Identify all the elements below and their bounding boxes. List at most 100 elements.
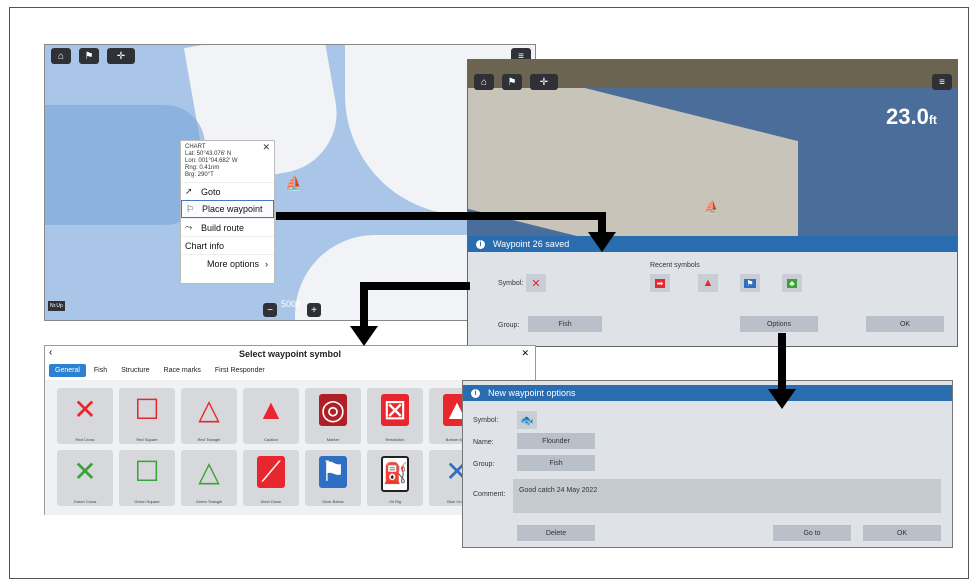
name-field[interactable]: Flounder [517,433,595,449]
crosshair-button[interactable]: ✛ [107,48,135,64]
chevron-right-icon: › [265,258,268,269]
symbol-tile[interactable]: ▲ Caution [243,388,299,444]
longitude-text: Lon: 001°04.682' W [185,158,238,164]
symbol-tile[interactable]: ⛽ Oil Rig [367,450,423,506]
goto-icon: ➚ [185,186,193,196]
red-cross-icon[interactable]: ✕ [526,274,546,292]
orientation-badge[interactable]: Nr.Up [48,301,65,311]
depth-unit: ft [928,113,937,127]
name-label: Name: [473,439,494,446]
menu-title: CHART [185,144,206,150]
symbol-caption: Red Triangle [197,437,221,442]
vessel-icon: ⛵ [704,200,719,214]
symbol-tile[interactable]: △ Red Triangle [181,388,237,444]
symbol-tile[interactable]: ⚑ Diver Below [305,450,361,506]
oil-rig-icon: ⛽ [381,456,409,492]
symbol-caption: Red Square [136,437,158,442]
ok-button[interactable]: OK [863,525,941,541]
vessel-icon: ⛵ [285,175,303,191]
group-button[interactable]: Fish [517,455,595,471]
symbol-tile[interactable]: ✕ Red Cross [57,388,113,444]
dialog-title: New waypoint options [488,388,576,398]
home-button[interactable]: ⌂ [474,74,494,90]
recent-symbol-flag-icon[interactable]: ⚑ [740,274,760,292]
red-cross-icon: ✕ [73,394,97,425]
waypoint-button[interactable]: ⚑ [502,74,522,90]
delete-button[interactable]: Delete [517,525,595,541]
recent-symbol-caution-icon[interactable]: ▲ [698,274,718,292]
symbol-caption: Caution [264,437,278,442]
group-button[interactable]: Fish [528,316,602,332]
recent-symbol-green-icon[interactable]: ♣ [782,274,802,292]
zoom-in-button[interactable]: + [307,303,321,317]
depth-value: 23.0 [886,104,929,129]
menu-item-more-options[interactable]: More options › [181,254,274,272]
symbol-label: Symbol: [498,280,524,287]
menu-item-goto[interactable]: ➚ Goto [181,182,274,200]
menu-button[interactable]: ≡ [932,74,952,90]
close-icon[interactable]: ✕ [262,143,270,152]
fish-icon[interactable]: 🐟 [517,411,537,429]
menu-item-label: Goto [201,186,221,197]
restriction-icon: ⊠ [381,394,409,426]
menu-item-chart-info[interactable]: Chart info [181,236,274,254]
ok-button[interactable]: OK [866,316,944,332]
route-icon: ⤳ [185,222,193,232]
tab-structure[interactable]: Structure [115,364,155,377]
chart-context-menu: CHART ✕ Lat: 50°43.076' N Lon: 001°04.68… [180,140,275,284]
flow-arrow [778,333,786,389]
green-triangle-icon: △ [198,456,220,487]
group-label: Group: [498,322,520,329]
tab-general[interactable]: General [49,364,86,377]
depth-readout: 23.0ft [886,104,937,130]
symbol-caption: Oil Rig [388,499,401,504]
range-text: Rng: 0.41nm [185,165,220,171]
menu-item-label: Chart info [185,240,225,251]
tab-fish[interactable]: Fish [88,364,113,377]
tab-first-responder[interactable]: First Responder [209,364,271,377]
waypoint-button[interactable]: ⚑ [79,48,99,64]
group-label: Group: [473,461,495,468]
home-button[interactable]: ⌂ [51,48,71,64]
symbol-tile[interactable]: ☐ Green Square [119,450,175,506]
dialog-header: i Waypoint 26 saved [468,236,957,252]
menu-item-build-route[interactable]: ⤳ Build route [181,218,274,236]
info-icon: i [471,388,480,398]
symbol-caption: Green Cross [73,499,97,504]
symbol-tile[interactable]: ⊠ Restriction [367,388,423,444]
tab-race-marks[interactable]: Race marks [158,364,207,377]
menu-item-label: Place waypoint [202,204,263,214]
symbol-tile[interactable]: ✕ Green Cross [57,450,113,506]
diver-down-icon: ⟋ [257,456,285,488]
options-button[interactable]: Options [740,316,818,332]
arrow-head [768,389,796,409]
comment-field[interactable]: Good catch 24 May 2022 [513,479,941,513]
symbol-tabs: General Fish Structure Race marks First … [49,364,271,377]
info-icon: i [476,239,485,249]
symbol-label: Symbol: [473,417,499,424]
caution-icon: ▲ [257,394,285,425]
symbol-tile[interactable]: ⟋ Diver Down [243,450,299,506]
crosshair-button[interactable]: ✛ [530,74,558,90]
recent-symbol-arrow-icon[interactable]: ➡ [650,274,670,292]
flow-arrow [360,282,470,290]
chart-panel-2[interactable]: ⌂ ⚑ ✛ ≡ 23.0ft ⛵ i Waypoint 26 saved Symb… [467,59,958,347]
waypoint-options-panel: i New waypoint options Symbol: 🐟 Name: Fl… [462,380,953,548]
symbol-tile[interactable]: △ Green Triangle [181,450,237,506]
close-icon[interactable]: ✕ [521,348,529,359]
marker-icon: ◎ [319,394,347,426]
comment-label: Comment: [473,491,506,498]
red-triangle-icon: △ [198,394,220,425]
symbol-tile[interactable]: ◎ Marker [305,388,361,444]
zoom-out-button[interactable]: − [263,303,277,317]
menu-item-label: Build route [201,222,245,233]
goto-button[interactable]: Go to [773,525,851,541]
waypoint-saved-dialog: i Waypoint 26 saved Symbol: ✕ Recent symb… [468,236,957,346]
latitude-text: Lat: 50°43.076' N [185,151,232,157]
menu-item-label: More options [206,258,259,269]
dialog-header: i New waypoint options [463,385,952,401]
symbol-tile[interactable]: ☐ Red Square [119,388,175,444]
menu-item-place-waypoint[interactable]: ⚐ Place waypoint [181,200,274,218]
red-square-icon: ☐ [134,394,160,425]
chart-panel-1[interactable]: ⌂ ⚑ ✛ ≡ Nr.Up CHART ✕ Lat: 50°43.076' N … [44,44,536,321]
